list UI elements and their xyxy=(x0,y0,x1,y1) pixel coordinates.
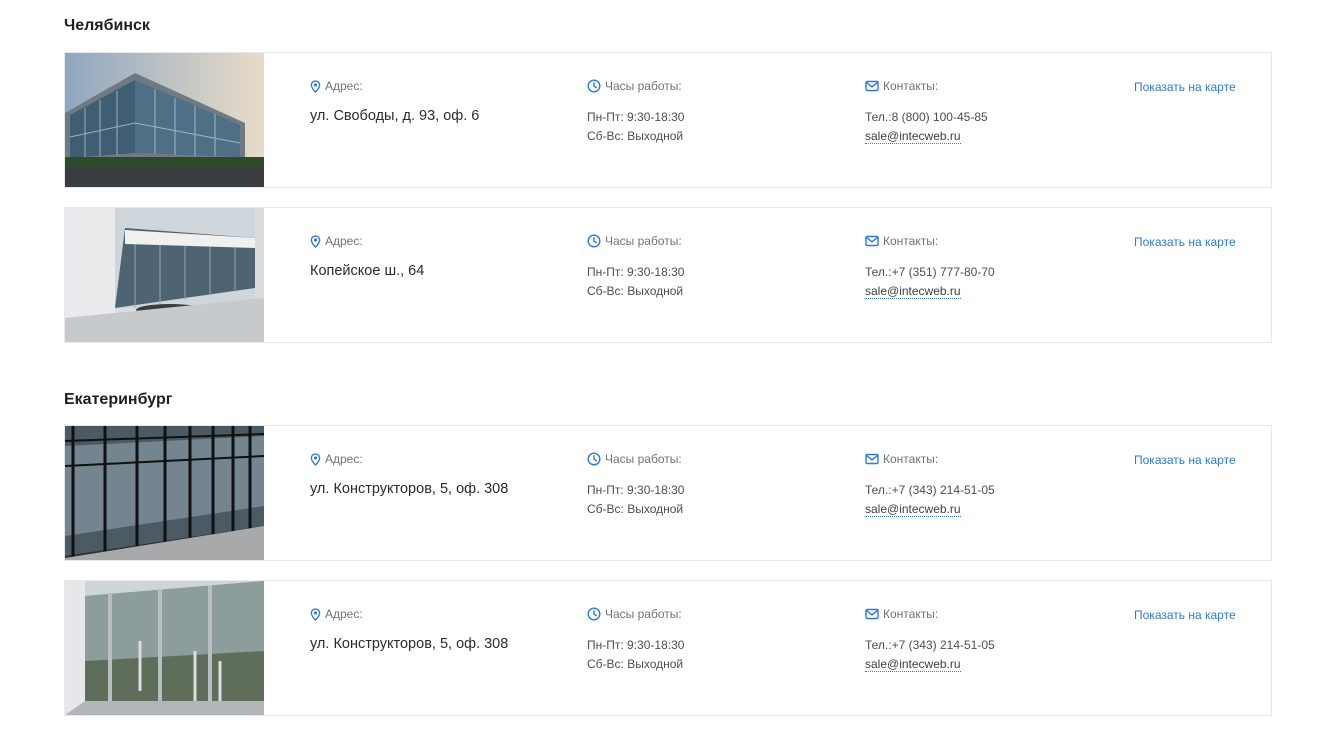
office-card: Адрес: Копейское ш., 64 Часы работы: Пн-… xyxy=(64,207,1272,343)
hours-weekend: Сб-Вс: Выходной xyxy=(587,502,684,516)
clock-icon xyxy=(587,452,601,466)
city-title: Челябинск xyxy=(64,17,150,34)
show-on-map-link[interactable]: Показать на карте xyxy=(1134,608,1236,622)
address-value: ул. Конструкторов, 5, оф. 308 xyxy=(310,636,509,652)
address-label: Адрес: xyxy=(325,452,363,466)
office-card: Адрес: ул. Свободы, д. 93, оф. 6 Часы ра… xyxy=(64,52,1272,188)
hours-weekend: Сб-Вс: Выходной xyxy=(587,657,684,671)
address-label: Адрес: xyxy=(325,234,363,248)
map-pin-icon xyxy=(310,235,321,248)
contacts-label: Контакты: xyxy=(883,607,939,621)
contacts-label: Контакты: xyxy=(883,79,939,93)
phone: Тел.:+7 (343) 214-51-05 xyxy=(865,638,995,652)
contacts-label: Контакты: xyxy=(883,234,939,248)
office-card: Адрес: ул. Конструкторов, 5, оф. 308 Час… xyxy=(64,580,1272,716)
map-pin-icon xyxy=(310,80,321,93)
mail-icon xyxy=(865,453,879,465)
hours-label: Часы работы: xyxy=(605,607,682,621)
address-value: Копейское ш., 64 xyxy=(310,263,425,279)
address-value: ул. Конструкторов, 5, оф. 308 xyxy=(310,481,509,497)
email-link[interactable]: sale@intecweb.ru xyxy=(865,502,961,517)
phone: Тел.:8 (800) 100-45-85 xyxy=(865,110,988,124)
mail-icon xyxy=(865,80,879,92)
hours-weekdays: Пн-Пт: 9:30-18:30 xyxy=(587,483,685,497)
hours-weekdays: Пн-Пт: 9:30-18:30 xyxy=(587,638,685,652)
email-link[interactable]: sale@intecweb.ru xyxy=(865,129,961,144)
mail-icon xyxy=(865,235,879,247)
mail-icon xyxy=(865,608,879,620)
hours-weekend: Сб-Вс: Выходной xyxy=(587,284,684,298)
hours-weekend: Сб-Вс: Выходной xyxy=(587,129,684,143)
map-pin-icon xyxy=(310,608,321,621)
office-photo xyxy=(65,426,264,560)
phone: Тел.:+7 (351) 777-80-70 xyxy=(865,265,995,279)
show-on-map-link[interactable]: Показать на карте xyxy=(1134,80,1236,94)
clock-icon xyxy=(587,79,601,93)
map-pin-icon xyxy=(310,453,321,466)
city-title: Екатеринбург xyxy=(64,391,173,408)
hours-weekdays: Пн-Пт: 9:30-18:30 xyxy=(587,265,685,279)
office-photo xyxy=(65,53,264,187)
hours-label: Часы работы: xyxy=(605,452,682,466)
hours-weekdays: Пн-Пт: 9:30-18:30 xyxy=(587,110,685,124)
contacts-label: Контакты: xyxy=(883,452,939,466)
hours-label: Часы работы: xyxy=(605,234,682,248)
phone: Тел.:+7 (343) 214-51-05 xyxy=(865,483,995,497)
show-on-map-link[interactable]: Показать на карте xyxy=(1134,235,1236,249)
address-label: Адрес: xyxy=(325,607,363,621)
office-photo xyxy=(65,208,264,342)
email-link[interactable]: sale@intecweb.ru xyxy=(865,284,961,299)
email-link[interactable]: sale@intecweb.ru xyxy=(865,657,961,672)
show-on-map-link[interactable]: Показать на карте xyxy=(1134,453,1236,467)
office-photo xyxy=(65,581,264,715)
clock-icon xyxy=(587,607,601,621)
office-card: Адрес: ул. Конструкторов, 5, оф. 308 Час… xyxy=(64,425,1272,561)
hours-label: Часы работы: xyxy=(605,79,682,93)
address-value: ул. Свободы, д. 93, оф. 6 xyxy=(310,108,480,124)
address-label: Адрес: xyxy=(325,79,363,93)
clock-icon xyxy=(587,234,601,248)
